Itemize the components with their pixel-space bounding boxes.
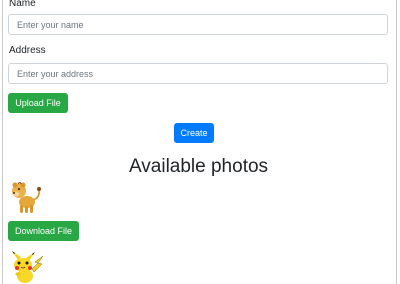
name-input[interactable]: [8, 14, 388, 35]
left-border: [2, 0, 3, 284]
pikachu-icon: [12, 251, 44, 283]
page: Name Address Upload File Create Availabl…: [0, 0, 400, 284]
address-input[interactable]: [8, 63, 388, 84]
address-label: Address: [9, 45, 46, 56]
create-button[interactable]: Create: [174, 123, 214, 143]
lion-cub-icon: [12, 181, 41, 213]
right-border: [396, 0, 397, 284]
download-file-button[interactable]: Download File: [8, 221, 79, 241]
name-label: Name: [9, 0, 36, 9]
upload-file-button[interactable]: Upload File: [8, 93, 68, 113]
available-photos-heading: Available photos: [128, 156, 269, 177]
